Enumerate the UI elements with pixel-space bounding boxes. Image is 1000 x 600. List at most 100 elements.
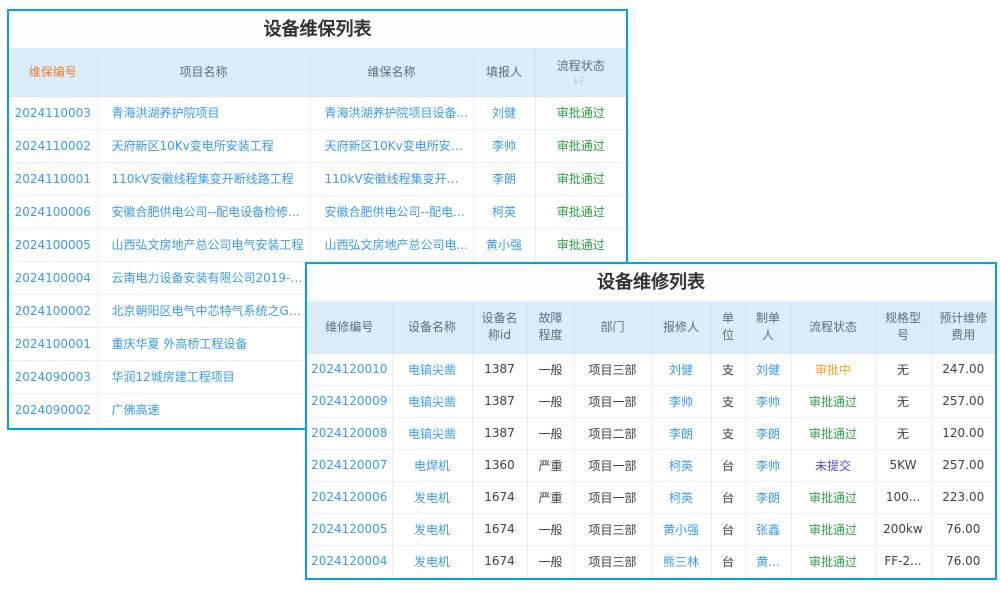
status-text: 未提交: [815, 459, 851, 473]
maintenance-col-status[interactable]: 流程状态: [535, 49, 626, 96]
status-cell: 审批通过: [535, 228, 626, 261]
project-name-link[interactable]: 青海洪湖养护院项目: [97, 96, 310, 129]
maintenance-id-link[interactable]: 2024110003: [9, 96, 97, 129]
reporter-link[interactable]: 黄小强: [651, 513, 711, 545]
cost-cell: 120.00: [931, 417, 995, 449]
table-row: 2024110001 110kV安徽线程集变开断线路工程 110kV安徽线程集变…: [9, 162, 626, 195]
maintenance-id-link[interactable]: 2024100002: [9, 294, 97, 327]
repair-id-link[interactable]: 2024120010: [307, 353, 392, 385]
table-row: 2024100006 安徽合肥供电公司--配电设备检修... 安徽合肥供电公司-…: [9, 195, 626, 228]
device-id-cell: 1387: [472, 417, 527, 449]
repair-id-link[interactable]: 2024120007: [307, 449, 392, 481]
reporter-link[interactable]: 柯英: [473, 195, 535, 228]
reporter-link[interactable]: 柯英: [651, 481, 711, 513]
project-name-link[interactable]: 山西弘文房地产总公司电气安装工程: [97, 228, 310, 261]
maintenance-id-link[interactable]: 2024090002: [9, 393, 97, 426]
unit-cell: 台: [711, 481, 745, 513]
project-name-link[interactable]: 华润12城房建工程项目: [97, 360, 310, 393]
project-name-link[interactable]: 天府新区10Kv变电所安装工程: [97, 129, 310, 162]
spec-cell: 5KW: [875, 449, 931, 481]
cost-cell: 223.00: [931, 481, 995, 513]
maintenance-id-link[interactable]: 2024100005: [9, 228, 97, 261]
project-name-link[interactable]: 云南电力设备安装有限公司2019--2...: [97, 261, 310, 294]
cost-cell: 247.00: [931, 353, 995, 385]
reporter-link[interactable]: 刘健: [473, 96, 535, 129]
maintenance-id-link[interactable]: 2024110001: [9, 162, 97, 195]
cost-cell: 257.00: [931, 385, 995, 417]
repair-table: 维修编号 设备名称 设备名称id 故障程度 部门 报修人 单位 制单人 流程状态…: [307, 302, 995, 577]
severity-cell: 一般: [527, 545, 574, 577]
reporter-link[interactable]: 刘健: [651, 353, 711, 385]
maintenance-panel-title: 设备维保列表: [9, 11, 626, 49]
repair-id-link[interactable]: 2024120008: [307, 417, 392, 449]
reporter-link[interactable]: 熊三林: [651, 545, 711, 577]
creator-link[interactable]: 李帅: [745, 385, 791, 417]
unit-cell: 台: [711, 513, 745, 545]
device-name-link[interactable]: 发电机: [392, 513, 472, 545]
creator-link[interactable]: 李帅: [745, 449, 791, 481]
status-cell: 审批通过: [791, 513, 875, 545]
maintenance-name-link[interactable]: 110kV安徽线程集变开断...: [310, 162, 473, 195]
project-name-link[interactable]: 北京朝阳区电气中芯特气系统之GM...: [97, 294, 310, 327]
device-name-link[interactable]: 发电机: [392, 545, 472, 577]
status-cell: 未提交: [791, 449, 875, 481]
reporter-link[interactable]: 柯英: [651, 449, 711, 481]
status-cell: 审批通过: [791, 417, 875, 449]
device-name-link[interactable]: 电镐尖凿: [392, 353, 472, 385]
creator-link[interactable]: 张鑫: [745, 513, 791, 545]
repair-id-link[interactable]: 2024120004: [307, 545, 392, 577]
sort-amount-icon[interactable]: [574, 76, 587, 86]
reporter-link[interactable]: 李帅: [651, 385, 711, 417]
maintenance-name-link[interactable]: 安徽合肥供电公司--配电...: [310, 195, 473, 228]
status-cell: 审批通过: [791, 545, 875, 577]
status-text: 审批通过: [557, 172, 605, 186]
severity-cell: 一般: [527, 385, 574, 417]
device-name-link[interactable]: 电镐尖凿: [392, 417, 472, 449]
device-name-link[interactable]: 发电机: [392, 481, 472, 513]
repair-id-link[interactable]: 2024120006: [307, 481, 392, 513]
repair-col-unit: 单位: [711, 302, 745, 353]
creator-link[interactable]: 李朗: [745, 417, 791, 449]
repair-col-id: 维修编号: [307, 302, 392, 353]
project-name-link[interactable]: 安徽合肥供电公司--配电设备检修...: [97, 195, 310, 228]
creator-link[interactable]: 黄...: [745, 545, 791, 577]
table-row: 2024110002 天府新区10Kv变电所安装工程 天府新区10Kv变电所安装…: [9, 129, 626, 162]
severity-cell: 一般: [527, 417, 574, 449]
repair-id-link[interactable]: 2024120009: [307, 385, 392, 417]
cost-cell: 257.00: [931, 449, 995, 481]
project-name-link[interactable]: 重庆华夏 外高桥工程设备: [97, 327, 310, 360]
status-text: 审批中: [815, 363, 851, 377]
maintenance-name-link[interactable]: 天府新区10Kv变电所安装...: [310, 129, 473, 162]
repair-col-dept: 部门: [574, 302, 651, 353]
maintenance-id-link[interactable]: 2024100001: [9, 327, 97, 360]
maintenance-id-link[interactable]: 2024100004: [9, 261, 97, 294]
reporter-link[interactable]: 黄小强: [473, 228, 535, 261]
maintenance-col-reporter: 填报人: [473, 49, 535, 96]
maintenance-name-link[interactable]: 青海洪湖养护院项目设备...: [310, 96, 473, 129]
device-name-link[interactable]: 电焊机: [392, 449, 472, 481]
maintenance-name-link[interactable]: 山西弘文房地产总公司电...: [310, 228, 473, 261]
reporter-link[interactable]: 李帅: [473, 129, 535, 162]
cost-cell: 76.00: [931, 513, 995, 545]
status-text: 审批通过: [809, 523, 857, 537]
project-name-link[interactable]: 广佛高速: [97, 393, 310, 426]
dept-cell: 项目一部: [574, 449, 651, 481]
maintenance-id-link[interactable]: 2024110002: [9, 129, 97, 162]
device-id-cell: 1674: [472, 513, 527, 545]
reporter-link[interactable]: 李朗: [473, 162, 535, 195]
device-id-cell: 1674: [472, 545, 527, 577]
table-row: 2024120005 发电机 1674 一般 项目三部 黄小强 台 张鑫 审批通…: [307, 513, 995, 545]
status-cell: 审批中: [791, 353, 875, 385]
table-row: 2024110003 青海洪湖养护院项目 青海洪湖养护院项目设备... 刘健 审…: [9, 96, 626, 129]
spec-cell: 无: [875, 417, 931, 449]
creator-link[interactable]: 李朗: [745, 481, 791, 513]
reporter-link[interactable]: 李朗: [651, 417, 711, 449]
creator-link[interactable]: 刘健: [745, 353, 791, 385]
project-name-link[interactable]: 110kV安徽线程集变开断线路工程: [97, 162, 310, 195]
dept-cell: 项目三部: [574, 513, 651, 545]
maintenance-id-link[interactable]: 2024090003: [9, 360, 97, 393]
maintenance-id-link[interactable]: 2024100006: [9, 195, 97, 228]
device-name-link[interactable]: 电镐尖凿: [392, 385, 472, 417]
severity-cell: 一般: [527, 353, 574, 385]
repair-id-link[interactable]: 2024120005: [307, 513, 392, 545]
